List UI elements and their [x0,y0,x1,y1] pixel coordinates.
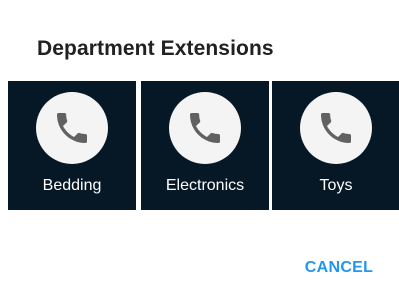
phone-icon [57,113,87,143]
department-tile-bedding[interactable]: Bedding [8,81,136,210]
department-extensions-dialog: Department Extensions Bedding Electronic… [0,0,399,297]
phone-icon [321,113,351,143]
dialog-title: Department Extensions [37,37,274,60]
cancel-button[interactable]: CANCEL [296,256,382,280]
department-list: Bedding Electronics Toys [8,81,399,210]
department-label: Electronics [165,177,245,194]
phone-icon [190,113,220,143]
phone-icon-circle [36,92,108,164]
department-label: Toys [319,177,353,194]
department-tile-electronics[interactable]: Electronics [141,81,269,210]
department-label: Bedding [42,177,102,194]
phone-icon-circle [169,92,241,164]
phone-icon-circle [300,92,372,164]
department-tile-toys[interactable]: Toys [272,81,399,210]
